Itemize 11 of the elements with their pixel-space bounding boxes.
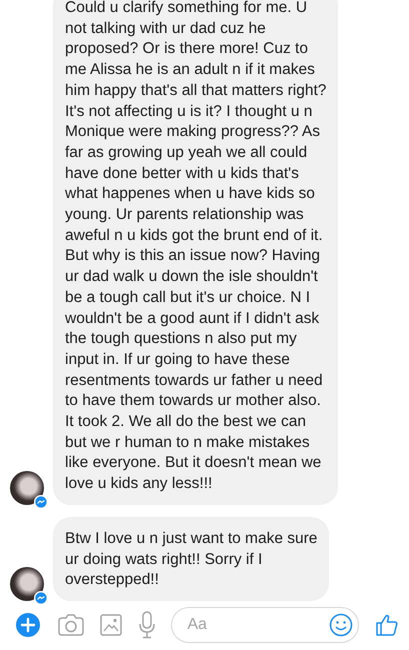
message-bubble: Btw I love u n just want to make sure ur doing wats right!! Sorry if I overstepped!!: [53, 516, 330, 601]
thumbs-up-icon[interactable]: [374, 613, 399, 638]
messenger-badge-icon: [34, 494, 48, 509]
emoji-icon[interactable]: [329, 613, 354, 638]
camera-icon[interactable]: [56, 613, 85, 638]
plus-icon[interactable]: [15, 612, 41, 638]
messenger-badge-icon: [34, 590, 48, 605]
microphone-icon[interactable]: [138, 611, 156, 640]
message-bubble: Could u clarify something for me. U not talking with ur dad cuz he proposed? Or is there more! Cuz to me Alissa he is an adult n if it makes him happy that's all that matters right? It's not affecting u is it? I thought u n Monique were making progress?? As far as growing up yeah we all could have done better with u kids that's what happenes when u have kids so young. Ur parents relationship was aweful n u kids got the brunt end of it. But why is this an issue now? Having ur dad walk u down the isle shouldn't be a tough call but it's ur choice. N I wouldn't be a good aunt if I didn't ask the tough questions n also put my input in. If ur going to have these resentments towards ur father u need to have them towards ur mother also. It took 2. We all do the best we can but we r human to n make mistakes like everyone. But it doesn't mean we love u kids any less!!!: [53, 0, 338, 505]
message-field[interactable]: Aa: [171, 607, 360, 644]
image-icon[interactable]: [100, 614, 122, 636]
